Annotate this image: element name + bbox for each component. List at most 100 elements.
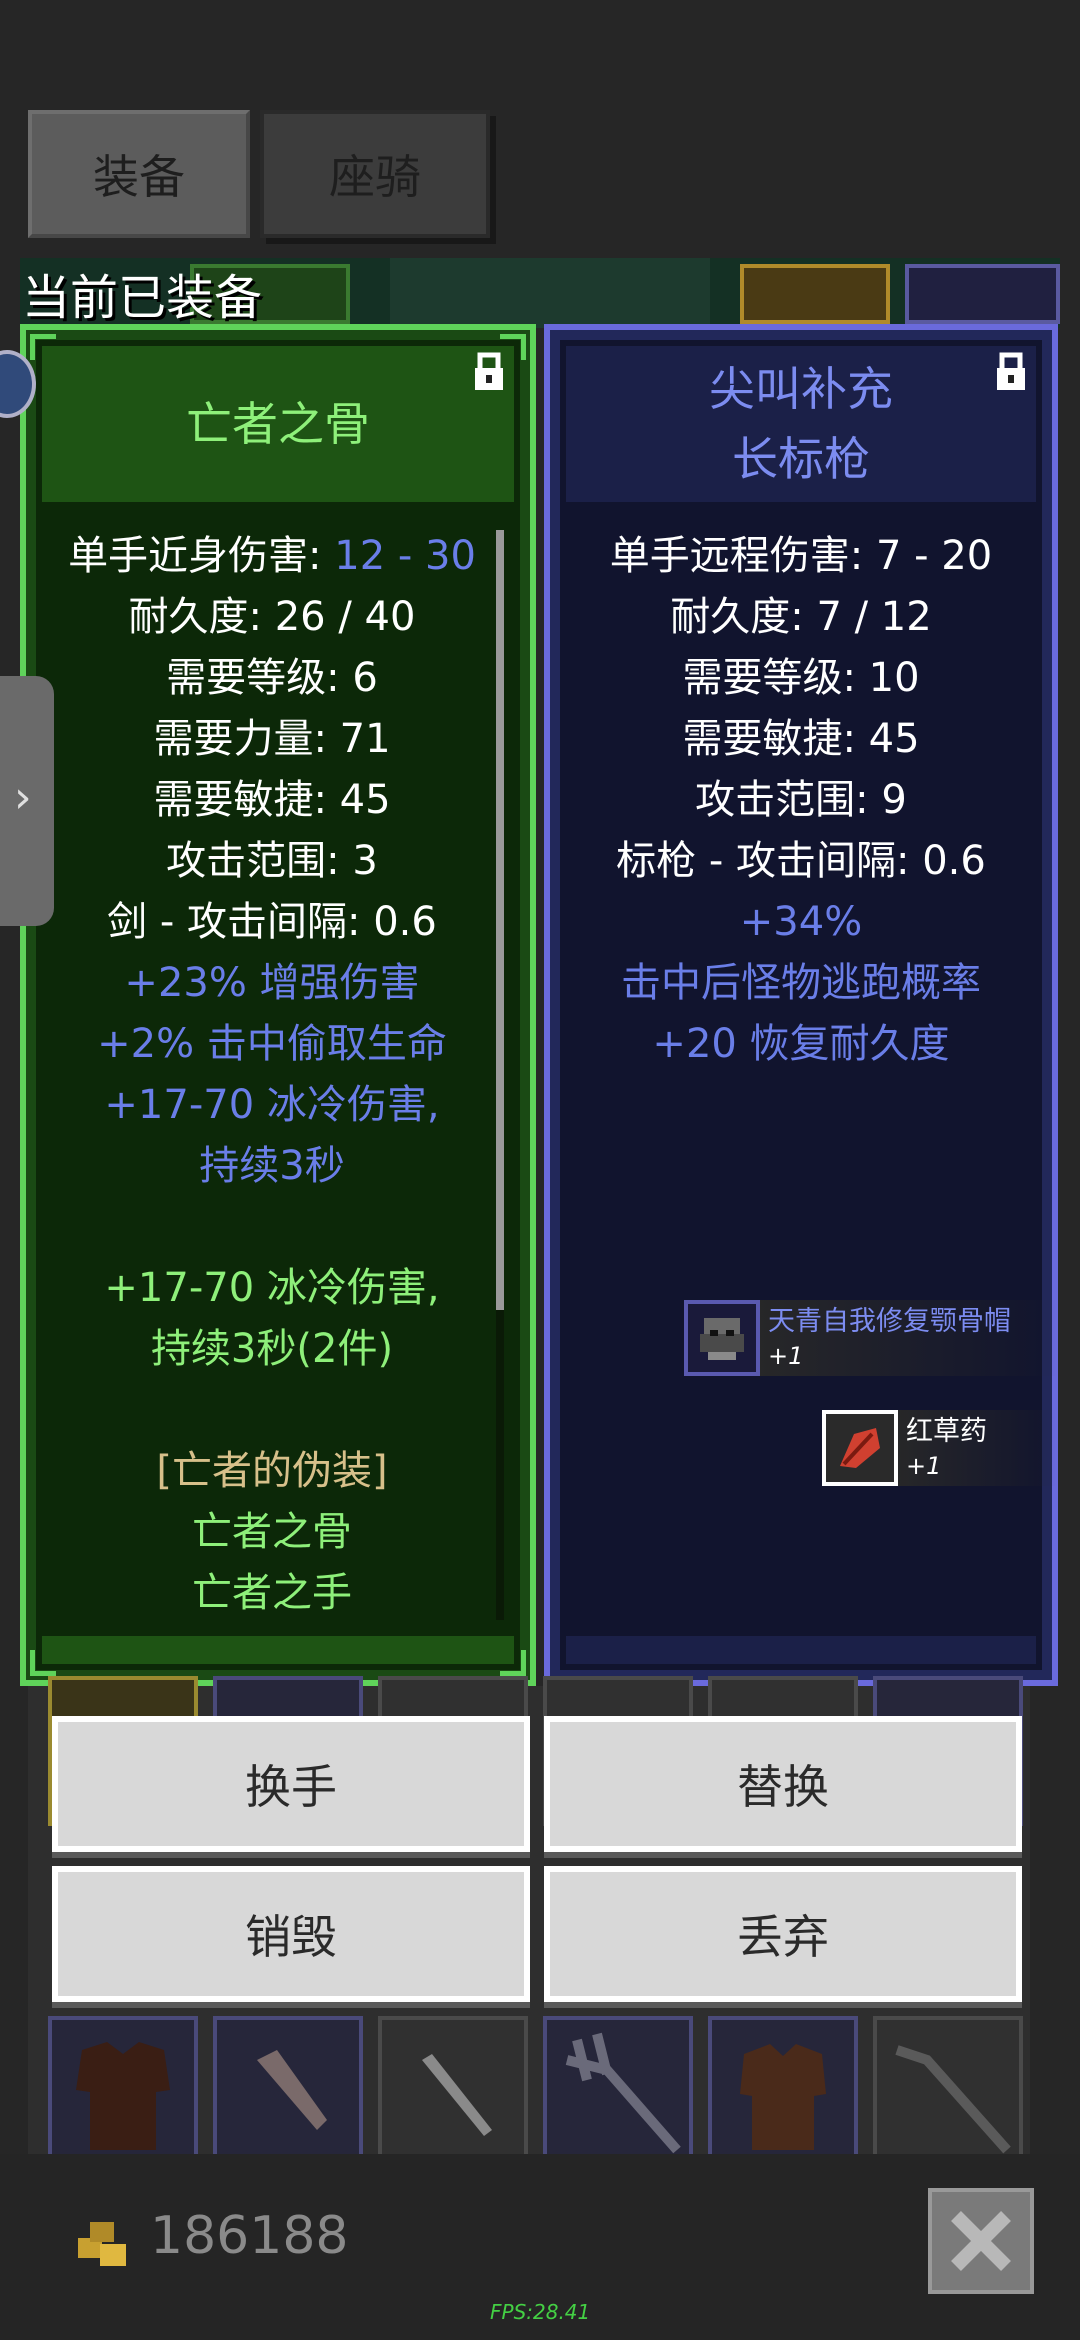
chainmail-icon bbox=[740, 2044, 826, 2150]
tab-equipment-label: 装备 bbox=[93, 150, 185, 204]
stat-text: 需要力量: 71 bbox=[153, 716, 391, 762]
swap-hand-button[interactable]: 换手 bbox=[52, 1716, 530, 1852]
lock-icon[interactable] bbox=[994, 352, 1028, 392]
halberd-icon bbox=[895, 2045, 1011, 2154]
stat-text: 标枪 - 攻击间隔: 0.6 bbox=[616, 838, 986, 884]
stat-line: 单手近身伤害: 12 - 30 bbox=[42, 526, 502, 587]
stat-text: 攻击范围: 3 bbox=[166, 838, 378, 884]
stat-line: 需要力量: 71 bbox=[42, 709, 502, 770]
stat-line: 亡者之骨 bbox=[42, 1502, 502, 1563]
stat-text: +20 恢复耐久度 bbox=[652, 1021, 950, 1067]
red-herb-icon bbox=[822, 1410, 898, 1486]
stat-text: +34% bbox=[739, 899, 863, 945]
stat-text: 剑 - 攻击间隔: 0.6 bbox=[107, 899, 437, 945]
gold-coins-icon bbox=[78, 2222, 126, 2266]
side-drawer-handle[interactable]: › bbox=[0, 676, 54, 926]
stat-line: 需要等级: 6 bbox=[42, 648, 502, 709]
armor-slot[interactable] bbox=[48, 2016, 198, 2166]
stat-text: 单手远程伤害: 7 - 20 bbox=[609, 533, 993, 579]
stat-line: [亡者的伪装] bbox=[42, 1441, 502, 1502]
equipped-label: 当前已装备 bbox=[22, 270, 263, 326]
stat-text: [亡者的伪装] bbox=[156, 1448, 388, 1494]
card-footer bbox=[566, 1636, 1036, 1664]
equipped-slot[interactable] bbox=[740, 264, 890, 324]
weapon-slot[interactable] bbox=[378, 2016, 528, 2166]
card-footer bbox=[42, 1636, 514, 1664]
item-stats: 单手近身伤害: 12 - 30 耐久度: 26 / 40 需要等级: 6 需要力量: … bbox=[42, 526, 502, 1624]
destroy-button[interactable]: 销毁 bbox=[52, 1866, 530, 2002]
stat-text: 需要等级: 10 bbox=[682, 655, 920, 701]
stat-line: 亡者之手 bbox=[42, 1563, 502, 1624]
stat-text: 亡者之骨 bbox=[192, 1509, 352, 1555]
tab-mount[interactable]: 座骑 bbox=[260, 110, 490, 238]
drop-notification: 红草药 +1 bbox=[822, 1410, 1056, 1486]
stat-line: +2% 击中偷取生命 bbox=[42, 1014, 502, 1075]
replace-button[interactable]: 替换 bbox=[544, 1716, 1022, 1852]
armor-slot[interactable] bbox=[708, 2016, 858, 2166]
weapon-slot[interactable] bbox=[543, 2016, 693, 2166]
stat-text: 需要敏捷: 45 bbox=[153, 777, 391, 823]
stat-text: 需要敏捷: 45 bbox=[682, 716, 920, 762]
drop-item-count: +1 bbox=[906, 1452, 942, 1480]
stats-scrollbar[interactable] bbox=[496, 530, 504, 1620]
stat-text: 亡者之手 bbox=[192, 1570, 352, 1616]
equipped-slot[interactable] bbox=[905, 264, 1060, 324]
current-item-card: 亡者之骨 单手近身伤害: 12 - 30 耐久度: 26 / 40 需要等级: 6 需… bbox=[20, 324, 536, 1686]
drop-item-name: 天青自我修复颚骨帽 bbox=[768, 1306, 1011, 1337]
close-icon bbox=[951, 2211, 1011, 2271]
stat-line: 耐久度: 7 / 12 bbox=[566, 587, 1036, 648]
drop-item-name: 红草药 bbox=[906, 1416, 987, 1447]
stat-line: 剑 - 攻击间隔: 0.6 bbox=[42, 892, 502, 953]
drop-item-count: +1 bbox=[768, 1342, 804, 1370]
stat-line: +20 恢复耐久度 bbox=[566, 1014, 1036, 1075]
stat-line: +17-70 冰冷伤害, bbox=[42, 1258, 502, 1319]
fps-counter: FPS:28.41 bbox=[490, 2300, 591, 2324]
sword-icon bbox=[422, 2054, 492, 2136]
tab-equipment[interactable]: 装备 bbox=[28, 110, 250, 238]
stat-text: +23% 增强伤害 bbox=[124, 960, 420, 1006]
stat-text: 耐久度: 26 / 40 bbox=[128, 594, 416, 640]
stat-line: 需要等级: 10 bbox=[566, 648, 1036, 709]
stat-spacer bbox=[42, 1380, 502, 1441]
item-name-line2: 长标枪 bbox=[732, 432, 870, 486]
stat-line: 攻击范围: 9 bbox=[566, 770, 1036, 831]
stat-text: 单手近身伤害: bbox=[68, 533, 335, 579]
stat-line: 需要敏捷: 45 bbox=[42, 770, 502, 831]
stat-line: 持续3秒(2件) bbox=[42, 1319, 502, 1380]
weapon-slot[interactable] bbox=[213, 2016, 363, 2166]
close-button[interactable] bbox=[928, 2188, 1034, 2294]
item-header: 尖叫补充 长标枪 bbox=[566, 346, 1036, 502]
item-header: 亡者之骨 bbox=[42, 346, 514, 502]
club-icon bbox=[257, 2050, 327, 2130]
inventory-grid: 换手 替换 销毁 丢弃 bbox=[28, 1676, 1030, 2166]
stat-line: 标枪 - 攻击间隔: 0.6 bbox=[566, 831, 1036, 892]
item-name: 亡者之骨 bbox=[186, 397, 370, 451]
stat-text: 持续3秒(2件) bbox=[150, 1326, 394, 1372]
stat-text: 击中后怪物逃跑概率 bbox=[621, 960, 981, 1006]
chevron-right-icon: › bbox=[14, 772, 32, 823]
stat-spacer bbox=[42, 1197, 502, 1258]
leather-armor-icon bbox=[76, 2042, 170, 2150]
helmet-icon bbox=[684, 1300, 760, 1376]
discard-button[interactable]: 丢弃 bbox=[544, 1866, 1022, 2002]
stat-text: +2% 击中偷取生命 bbox=[97, 1021, 447, 1067]
weapon-slot[interactable] bbox=[873, 2016, 1023, 2166]
stat-value: 12 - 30 bbox=[334, 533, 476, 579]
stat-text: 攻击范围: 9 bbox=[695, 777, 907, 823]
item-name-line1: 尖叫补充 bbox=[709, 362, 893, 416]
scrollbar-thumb[interactable] bbox=[496, 530, 504, 1310]
lock-icon[interactable] bbox=[472, 352, 506, 392]
drop-notification: 天青自我修复颚骨帽 +1 bbox=[684, 1300, 1058, 1376]
stat-line: 攻击范围: 3 bbox=[42, 831, 502, 892]
stat-line: +17-70 冰冷伤害, bbox=[42, 1075, 502, 1136]
stat-line: +23% 增强伤害 bbox=[42, 953, 502, 1014]
gold-amount: 186188 bbox=[150, 2206, 349, 2266]
stat-line: 持续3秒 bbox=[42, 1136, 502, 1197]
stat-text: 耐久度: 7 / 12 bbox=[670, 594, 932, 640]
trident-icon bbox=[565, 2032, 681, 2154]
stat-line: 耐久度: 26 / 40 bbox=[42, 587, 502, 648]
stat-line: 单手远程伤害: 7 - 20 bbox=[566, 526, 1036, 587]
stat-line: 击中后怪物逃跑概率 bbox=[566, 953, 1036, 1014]
stat-text: +17-70 冰冷伤害, bbox=[104, 1265, 440, 1311]
stat-text: 持续3秒 bbox=[199, 1143, 345, 1189]
